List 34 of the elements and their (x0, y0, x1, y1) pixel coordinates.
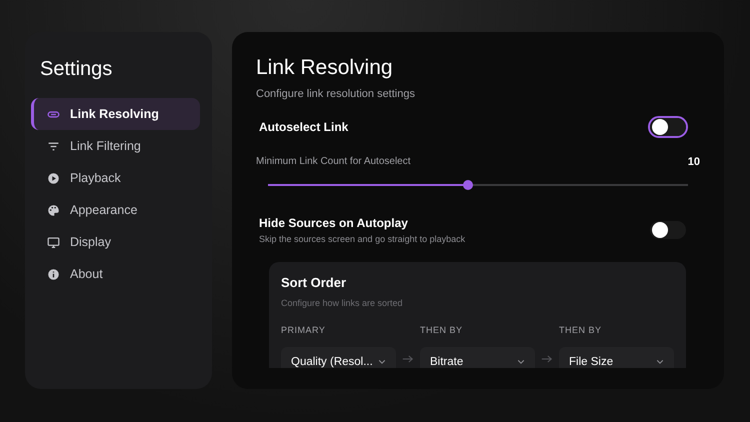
monitor-icon (47, 236, 60, 248)
page-title: Link Resolving (256, 56, 394, 80)
play-icon (47, 172, 60, 184)
chevron-icon (517, 359, 525, 365)
field-label: THEN BY (420, 325, 464, 335)
page-subtitle: Configure link resolution settings (256, 88, 416, 100)
field-label: THEN BY (559, 325, 603, 335)
setting-label: Hide Sources on Autoplay (259, 216, 409, 230)
dropdown[interactable]: Bitrate (420, 347, 535, 368)
sidebar-title: Settings (40, 58, 114, 81)
palette-icon (47, 204, 60, 216)
dropdown[interactable]: Quality (Resol... (281, 347, 396, 368)
setting-description: Skip the sources screen and go straight to playback (259, 234, 466, 244)
chevron-icon (378, 359, 386, 365)
arrow-icon (402, 354, 414, 364)
card-subtitle: Configure how links are sorted (281, 298, 404, 308)
dropdown[interactable]: File Size (559, 347, 674, 368)
sidebar-item[interactable]: Link Resolving (31, 98, 200, 130)
filter-icon (47, 140, 60, 152)
sidebar-item[interactable]: Playback (31, 162, 200, 194)
chevron-icon (656, 359, 664, 365)
info-icon (47, 268, 60, 280)
sidebar-item[interactable]: About (31, 258, 200, 290)
toggle-switch[interactable] (650, 221, 686, 239)
field-label: PRIMARY (281, 325, 326, 335)
arrow-icon (541, 354, 553, 364)
card-title: Sort Order (281, 275, 348, 290)
sidebar-item[interactable]: Display (31, 226, 200, 258)
sidebar-item[interactable]: Link Filtering (31, 130, 200, 162)
slider-value: 10 (688, 156, 700, 168)
sidebar-item[interactable]: Appearance (31, 194, 200, 226)
slider-label: Minimum Link Count for Autoselect (256, 156, 411, 168)
setting-label: Autoselect Link (259, 120, 348, 134)
slider-thumb[interactable] (462, 180, 472, 190)
